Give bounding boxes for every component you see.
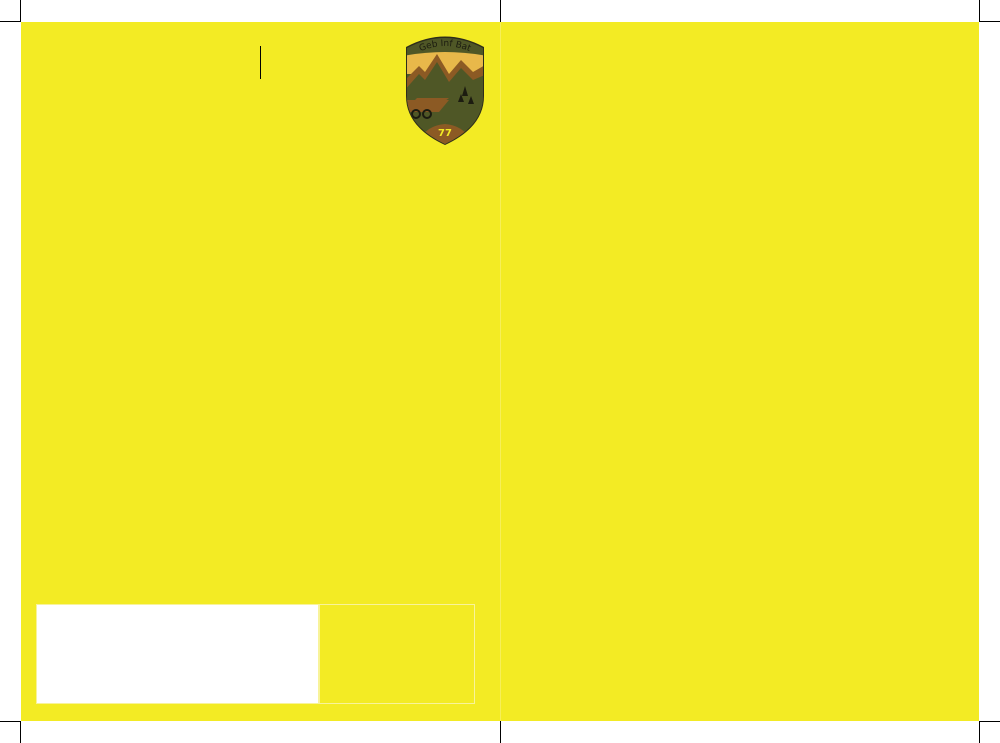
unit-badge: Geb Inf Bat 77 xyxy=(403,34,487,146)
badge-number: 77 xyxy=(438,128,452,139)
vertical-rule xyxy=(260,46,261,79)
crop-mark xyxy=(0,21,21,22)
crop-mark xyxy=(500,0,501,22)
crop-mark xyxy=(500,721,501,743)
crop-mark xyxy=(979,21,1000,22)
crop-mark xyxy=(0,721,21,722)
crop-mark xyxy=(20,0,21,22)
crop-mark xyxy=(979,721,980,743)
crop-mark xyxy=(979,721,1000,722)
address-field xyxy=(36,604,319,704)
fold-line xyxy=(500,22,501,721)
stamp-field xyxy=(319,604,475,704)
crop-mark xyxy=(20,721,21,743)
crop-mark xyxy=(979,0,980,22)
